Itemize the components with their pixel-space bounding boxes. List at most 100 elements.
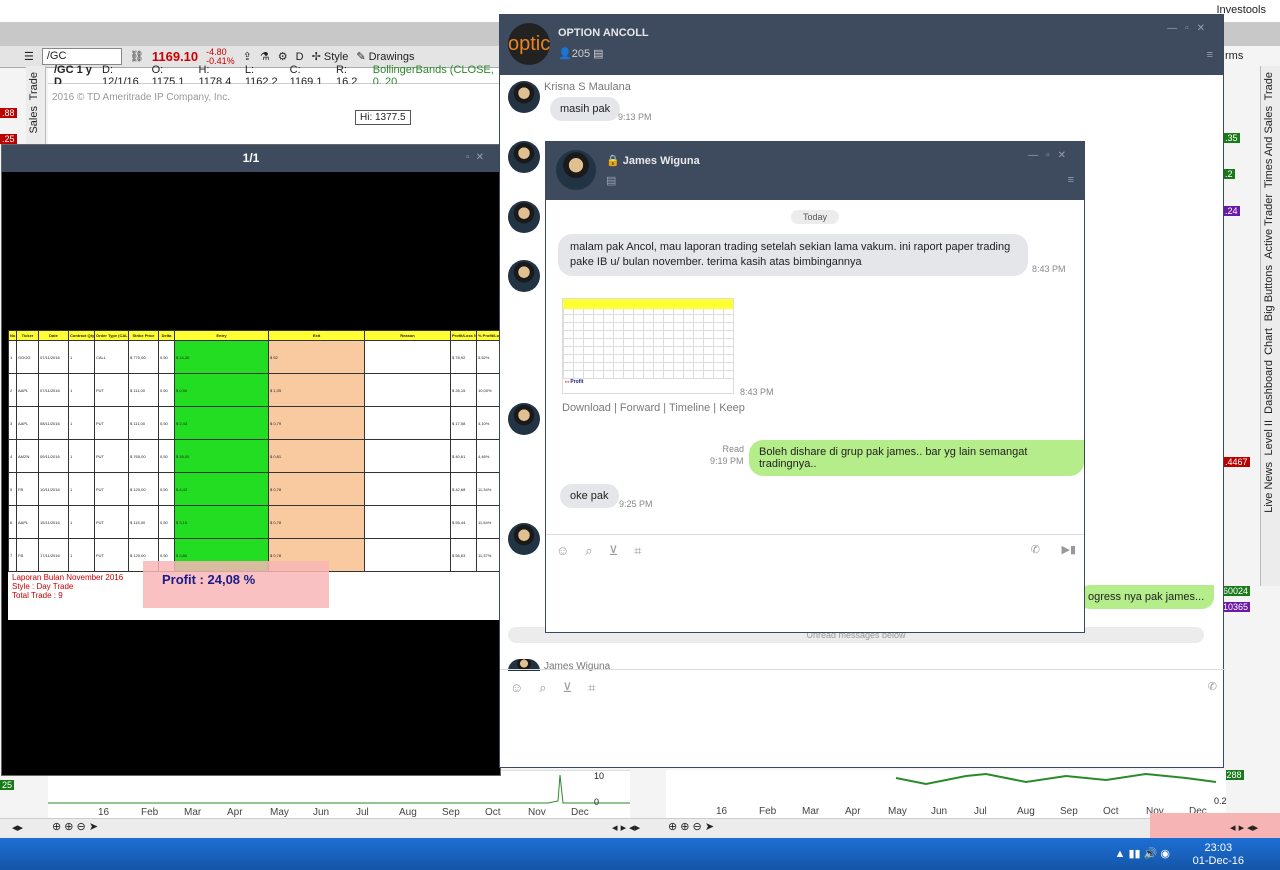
month-label: Feb xyxy=(759,806,777,817)
group-input-area[interactable]: ☺ ⌕ ⊻ ⌗ ✆ xyxy=(500,669,1225,769)
private-input-area[interactable]: ☺ ⌕ ⊻ ⌗ ✆ ▶▮ xyxy=(546,534,1084,634)
report-cell: 11,37% xyxy=(476,538,501,572)
window-controls[interactable]: —▫✕ xyxy=(1167,23,1213,34)
forward-link[interactable]: Forward xyxy=(620,402,660,414)
month-label: Apr xyxy=(227,807,243,818)
month-label: Mar xyxy=(802,806,820,817)
report-cell: 11,54% xyxy=(476,505,501,539)
report-cell: 1 xyxy=(68,472,95,506)
report-profit: Profit : 24,08 % xyxy=(162,572,256,587)
message-bubble[interactable]: malam pak Ancol, mau laporan trading set… xyxy=(558,234,1028,276)
crop-icon[interactable]: ⌗ xyxy=(634,543,641,559)
month-label: Sep xyxy=(442,807,460,818)
link-icon[interactable]: ⛓ xyxy=(130,50,144,63)
report-cell: $ 14,30 xyxy=(174,340,269,374)
member-count[interactable]: 👤205 ▤ xyxy=(558,47,604,60)
tab-active-trader[interactable]: Active Trader xyxy=(1263,194,1275,259)
avatar[interactable] xyxy=(508,81,540,113)
message-bubble[interactable]: oke pak xyxy=(560,484,619,508)
call-icon[interactable]: ✆ xyxy=(1208,680,1217,693)
tab-live-news[interactable]: Live News xyxy=(1263,462,1275,513)
tab-big-buttons[interactable]: Big Buttons xyxy=(1263,265,1275,321)
report-cell: $ 0,50 xyxy=(174,373,269,407)
window-controls[interactable]: —▫✕ xyxy=(1028,150,1074,161)
menu-icon[interactable]: ☰ xyxy=(24,50,34,63)
month-label: Aug xyxy=(1017,806,1035,817)
report-header-cell: Strike Price xyxy=(128,330,159,341)
avatar[interactable] xyxy=(508,141,540,173)
month-label: Jul xyxy=(974,806,987,817)
taskbar: ▲ ▮▮ 🔊 ◉ 23:03 01-Dec-16 xyxy=(0,838,1280,870)
attach-icon[interactable]: ⌕ xyxy=(539,680,546,696)
crop-icon[interactable]: ⌗ xyxy=(588,680,595,696)
tab-dashboard[interactable]: Dashboard xyxy=(1263,360,1275,414)
timeline-link[interactable]: Timeline xyxy=(669,402,710,414)
emoji-icon[interactable]: ☺ xyxy=(556,543,569,559)
menu-icon[interactable]: ≡ xyxy=(1207,49,1213,61)
report-cell: 07/11/2016 xyxy=(38,340,69,374)
report-row: 5 FB 10/11/2016 1 PUT $ 120,00 0,50 $ 4,43 $ 0,7… xyxy=(8,472,501,506)
report-cell: GOOG xyxy=(16,340,39,374)
report-cell: $ 4,43 xyxy=(174,472,269,506)
emoji-icon[interactable]: ☺ xyxy=(510,680,523,696)
viewer-window-controls[interactable]: ▫✕ xyxy=(466,152,490,163)
report-row: 6 AAPL 15/11/2016 1 PUT $ 115,00 0,50 $ 3,15 $ 0… xyxy=(8,505,501,539)
zoom-controls[interactable]: ⊕ ⊕ ⊖ ➤ xyxy=(668,820,714,833)
image-thumbnail[interactable]: ▪▪▪ Profit xyxy=(562,298,734,394)
download-link[interactable]: Download xyxy=(562,402,611,414)
notes-icon[interactable]: ▤ xyxy=(606,174,616,187)
report-cell: 4,46% xyxy=(476,439,501,473)
tab-chart[interactable]: Chart xyxy=(1263,328,1275,355)
group-avatar[interactable]: optic xyxy=(508,23,550,65)
report-header-cell: Order Type (CALL/PUT) xyxy=(94,330,129,341)
sender-name: Krisna S Maulana xyxy=(544,81,631,93)
period-button[interactable]: D xyxy=(296,51,304,63)
tab-trade[interactable]: Trade xyxy=(1263,72,1275,100)
report-header-cell: Profit/Loss Net xyxy=(450,330,477,341)
report-cell: $ 42,68 xyxy=(450,472,477,506)
report-cell: 1 xyxy=(68,505,95,539)
report-cell: 10,00% xyxy=(476,373,501,407)
report-cell: $ 17,58 xyxy=(450,406,477,440)
report-row: 3 AAPL 08/11/2016 1 PUT $ 111,00 0,50 $ 2,43 $ 0… xyxy=(8,406,501,440)
tab-level-ii[interactable]: Level II xyxy=(1263,420,1275,455)
viewer-title: 1/1 xyxy=(2,145,500,172)
message-bubble[interactable]: ogress nya pak james... xyxy=(1078,585,1215,609)
message-bubble[interactable]: masih pak xyxy=(550,97,621,121)
tray-icons[interactable]: ▲ ▮▮ 🔊 ◉ xyxy=(1115,847,1170,860)
share-icon[interactable]: ⇪ xyxy=(243,50,252,63)
scroll-arrows-icon[interactable]: ◂ ▸ ◂▸ xyxy=(1230,821,1258,834)
report-cell: PUT xyxy=(94,406,129,440)
report-cell: 11,34% xyxy=(476,472,501,506)
price-tag: 25 xyxy=(0,780,15,790)
avatar[interactable] xyxy=(508,403,540,435)
avatar[interactable] xyxy=(508,201,540,233)
attach-icon[interactable]: ⌕ xyxy=(585,543,592,559)
scroll-arrows-icon[interactable]: ◂ ▸ ◂▸ xyxy=(612,821,640,834)
call-icon[interactable]: ✆ xyxy=(1031,543,1040,556)
tab-times-and-sales[interactable]: Times And Sales xyxy=(1263,106,1275,188)
gear-icon[interactable]: ⚙ xyxy=(278,50,288,63)
tab-trade-left[interactable]: Trade xyxy=(28,72,40,100)
symbol-input[interactable]: /GC xyxy=(41,48,122,65)
avatar[interactable] xyxy=(508,523,540,555)
contact-avatar[interactable] xyxy=(556,150,596,190)
report-cell: $ 0,81 xyxy=(268,439,365,473)
report-header-cell: Delta xyxy=(158,330,175,341)
style-button[interactable]: ✢ Style xyxy=(312,50,349,63)
tab-sales-left[interactable]: Sales xyxy=(28,106,40,134)
zoom-controls[interactable]: ⊕ ⊕ ⊖ ➤ xyxy=(52,820,98,833)
avatar[interactable] xyxy=(508,260,540,292)
menu-icon[interactable]: ≡ xyxy=(1068,174,1074,186)
flask-icon[interactable]: ⚗ xyxy=(260,50,270,63)
price-tag: .88 xyxy=(0,108,17,118)
report-cell: PUT xyxy=(94,472,129,506)
clock[interactable]: 23:03 01-Dec-16 xyxy=(1193,842,1244,868)
video-call-icon[interactable]: ▶▮ xyxy=(1061,543,1076,556)
drawings-button[interactable]: ✎ Drawings xyxy=(356,50,414,63)
keep-link[interactable]: Keep xyxy=(719,402,745,414)
scroll-arrows-icon[interactable]: ◂▸ xyxy=(12,821,23,834)
message-bubble[interactable]: Boleh dishare di grup pak james.. bar yg… xyxy=(749,440,1084,476)
download-icon[interactable]: ⊻ xyxy=(609,543,619,559)
download-icon[interactable]: ⊻ xyxy=(563,680,573,696)
